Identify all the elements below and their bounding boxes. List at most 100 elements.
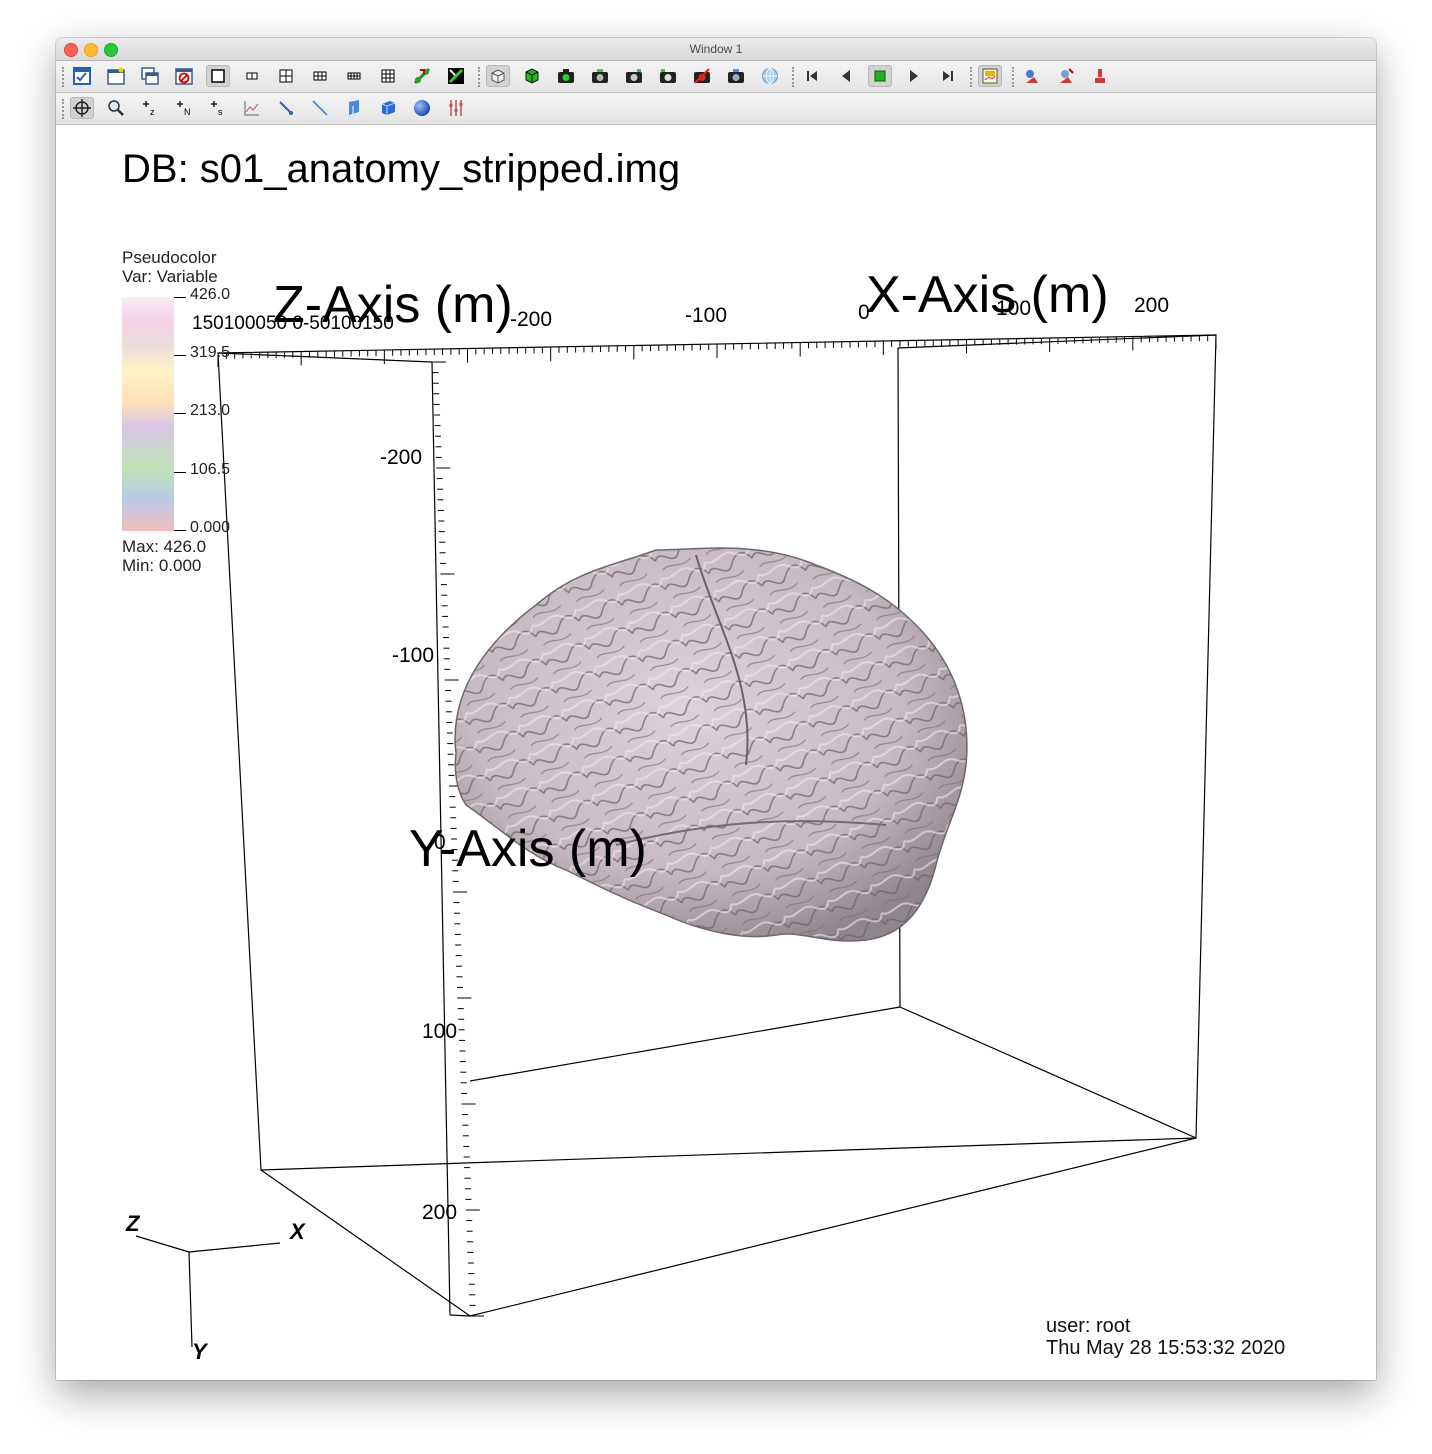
zoom-icon xyxy=(108,100,124,116)
clone-window-icon xyxy=(141,67,159,85)
toolbar-grip[interactable] xyxy=(62,67,67,87)
camera-1-button[interactable] xyxy=(554,65,578,87)
toolbar-grip[interactable] xyxy=(970,67,975,87)
axis-restrict-icon xyxy=(449,100,463,116)
y-tick-label: 200 xyxy=(422,1201,458,1224)
camera-4-button[interactable] xyxy=(656,65,680,87)
play-button[interactable] xyxy=(902,65,926,87)
zone-pick-button[interactable]: z xyxy=(138,97,162,119)
camera-5-button[interactable] xyxy=(690,65,714,87)
zoom-button[interactable] xyxy=(104,97,128,119)
stop-icon xyxy=(874,70,886,82)
triad-y-label: Y xyxy=(192,1339,207,1364)
clone-window-button[interactable] xyxy=(138,65,162,87)
stop-button[interactable] xyxy=(868,65,892,87)
camera-6-icon xyxy=(728,69,744,83)
camera-6-button[interactable] xyxy=(724,65,748,87)
save-window-button[interactable] xyxy=(978,65,1002,87)
navigate-button[interactable] xyxy=(70,97,94,119)
new-window-icon xyxy=(107,67,125,85)
toolbar-grip[interactable] xyxy=(792,67,797,87)
legend-tick xyxy=(174,413,186,414)
lock-view-button[interactable] xyxy=(410,65,434,87)
save-image-icon xyxy=(982,68,998,84)
invert-background-icon xyxy=(1026,70,1038,83)
z-axis-title: Z-Axis (m) xyxy=(273,276,513,334)
legend-label: 0.000 xyxy=(190,519,231,536)
legend-label: 319.5 xyxy=(190,344,231,361)
layout-3x3-button[interactable] xyxy=(376,65,400,87)
legend-label: 106.5 xyxy=(190,461,231,478)
line-tool-icon xyxy=(312,100,328,116)
camera-3-icon xyxy=(626,69,642,83)
active-window-button[interactable] xyxy=(70,65,94,87)
lineout-button[interactable] xyxy=(240,97,264,119)
legend-max: Max: 426.0 xyxy=(122,537,207,556)
spin-button[interactable] xyxy=(520,65,544,87)
toolbar-grip[interactable] xyxy=(62,99,67,119)
delete-window-icon xyxy=(175,68,193,85)
y-tick-label: -100 xyxy=(392,644,435,667)
camera-3-button[interactable] xyxy=(622,65,646,87)
legend-variable: Var: Variable xyxy=(122,267,218,286)
recenter-button[interactable] xyxy=(1088,65,1112,87)
legend-tick xyxy=(174,355,186,356)
legend-tick xyxy=(174,472,186,473)
plane-tool-button[interactable] xyxy=(342,97,366,119)
toolbar-grip[interactable] xyxy=(478,67,483,87)
reset-view-button[interactable] xyxy=(1054,65,1078,87)
point-tool-icon xyxy=(279,101,293,115)
x-tick-label: -200 xyxy=(510,308,553,331)
invert-background-button[interactable] xyxy=(1020,65,1044,87)
lock-time-button[interactable] xyxy=(444,65,468,87)
svg-text:s: s xyxy=(218,107,223,117)
x-tick-label: 0 xyxy=(858,301,870,324)
x-tick-label: 200 xyxy=(1134,294,1170,317)
sphere-tool-icon xyxy=(414,100,430,116)
node-pick-icon: N xyxy=(177,101,191,117)
toolbar-bottom: z N s xyxy=(56,93,1376,125)
layout-2x3-icon xyxy=(313,71,327,81)
point-tool-button[interactable] xyxy=(274,97,298,119)
layout-1x2-button[interactable] xyxy=(240,65,264,87)
axis-restrict-button[interactable] xyxy=(444,97,468,119)
reverse-step-button[interactable] xyxy=(834,65,858,87)
color-legend-bar xyxy=(122,297,174,531)
toolbar-top xyxy=(56,61,1376,93)
legend-title: Pseudocolor xyxy=(122,248,217,267)
camera-2-button[interactable] xyxy=(588,65,612,87)
layout-2x4-button[interactable] xyxy=(342,65,366,87)
layout-1x1-button[interactable] xyxy=(206,65,230,87)
layout-3x3-icon xyxy=(381,69,395,83)
layout-2x2-button[interactable] xyxy=(274,65,298,87)
recenter-icon xyxy=(1095,69,1105,83)
timestamp: Thu May 28 15:53:32 2020 xyxy=(1046,1337,1286,1359)
navigate-icon xyxy=(73,99,91,117)
line-tool-button[interactable] xyxy=(308,97,332,119)
sphere-tool-button[interactable] xyxy=(410,97,434,119)
forward-step-button[interactable] xyxy=(936,65,960,87)
svg-text:z: z xyxy=(150,107,155,117)
render-viewport[interactable]: DB: s01_anatomy_stripped.img Pseudocolor… xyxy=(56,125,1376,1380)
navigate-mode-button[interactable] xyxy=(758,65,782,87)
title-bar[interactable]: Window 1 xyxy=(56,38,1376,61)
spreadsheet-pick-button[interactable]: s xyxy=(206,97,230,119)
y-tick-label: 100 xyxy=(422,1020,458,1043)
toolbar-grip[interactable] xyxy=(1012,67,1017,87)
toggle-3d-mode-button[interactable] xyxy=(486,65,510,87)
delete-window-button[interactable] xyxy=(172,65,196,87)
lock-view-icon xyxy=(413,67,431,85)
active-window-icon xyxy=(73,67,91,85)
zone-pick-icon: z xyxy=(143,101,155,117)
svg-text:N: N xyxy=(184,107,191,117)
globe-icon xyxy=(762,68,778,84)
toggle-3d-mode-icon xyxy=(491,69,505,84)
lock-time-icon xyxy=(448,68,464,84)
layout-2x3-button[interactable] xyxy=(308,65,332,87)
node-pick-button[interactable]: N xyxy=(172,97,196,119)
new-window-button[interactable] xyxy=(104,65,128,87)
x-tick-label: 100 xyxy=(996,297,1032,320)
rewind-button[interactable] xyxy=(800,65,824,87)
orientation-triad xyxy=(135,1235,281,1348)
box-tool-button[interactable] xyxy=(376,97,400,119)
